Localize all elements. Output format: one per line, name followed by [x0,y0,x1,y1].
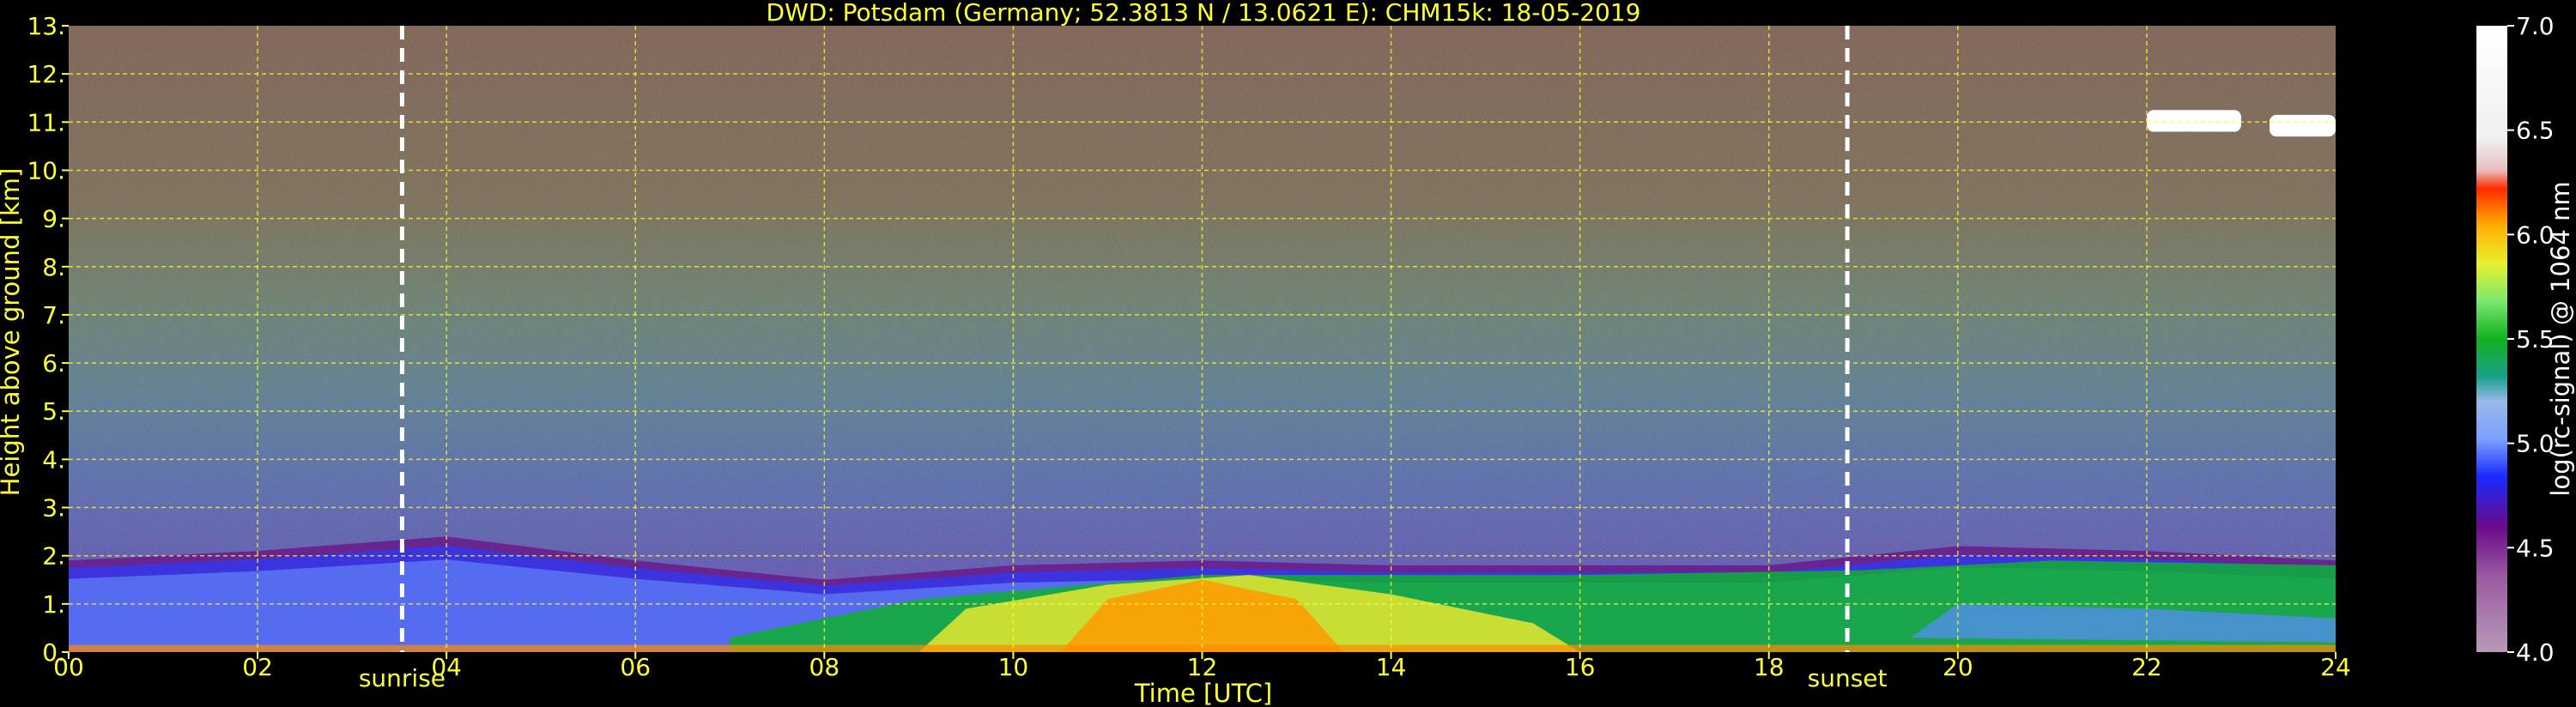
colorbar-title: log(rc-signal) @ 1064 nm [2546,181,2575,496]
x-tick-label: 06 [620,653,651,681]
y-tick-label: 4. [42,445,65,474]
x-tick-label: 16 [1565,653,1596,681]
x-tick-label: 08 [809,653,840,681]
colorbar-scale [2476,26,2507,652]
lidar-ceilometer-chart: 0.1.2.3.4.5.6.7.8.9.10.11.12.13. 00 02 04 0… [0,0,2575,707]
event-label-sunrise: sunrise [359,664,445,692]
plot-area [69,26,2336,652]
chart-title: DWD: Potsdam (Germany; 52.3813 N / 13.06… [767,0,1641,27]
colorbar-tick-label: 4.5 [2516,534,2555,562]
x-axis-title: Time [UTC] [1134,679,1272,707]
y-tick-label: 5. [42,397,65,426]
y-tick-label: 13. [27,12,65,40]
x-tick-label: 10 [998,653,1029,681]
y-axis: 0.1.2.3.4.5.6.7.8.9.10.11.12.13. [27,12,69,667]
y-tick-label: 2. [42,542,65,571]
y-tick-label: 12. [27,60,65,88]
x-tick-label: 20 [1943,653,1973,681]
x-tick-label: 12 [1187,653,1218,681]
y-tick-label: 10. [27,156,65,184]
colorbar-tick-label: 6.5 [2516,117,2555,145]
colorbar-tick-label: 4.0 [2516,638,2555,667]
y-tick-label: 8. [42,253,65,281]
y-tick-label: 7. [42,301,65,329]
y-tick-label: 3. [42,494,65,523]
x-tick-label: 24 [2320,653,2351,681]
y-tick-label: 11. [27,108,65,136]
x-tick-label: 22 [2131,653,2162,681]
colorbar: 4.04.55.05.56.06.57.0 log(rc-signal) @ 1… [2476,12,2575,667]
x-tick-label: 00 [53,653,84,681]
cloud-patch [2269,114,2336,137]
y-tick-label: 9. [42,205,65,233]
x-tick-label: 14 [1376,653,1407,681]
event-label-sunset: sunset [1808,664,1888,692]
x-tick-label: 18 [1754,653,1785,681]
cloud-patch [2146,110,2241,132]
colorbar-tick-label: 7.0 [2516,12,2555,40]
y-tick-label: 6. [42,349,65,378]
y-axis-title: Height above ground [km] [0,168,25,497]
y-tick-label: 1. [42,590,65,619]
x-tick-label: 02 [242,653,273,681]
